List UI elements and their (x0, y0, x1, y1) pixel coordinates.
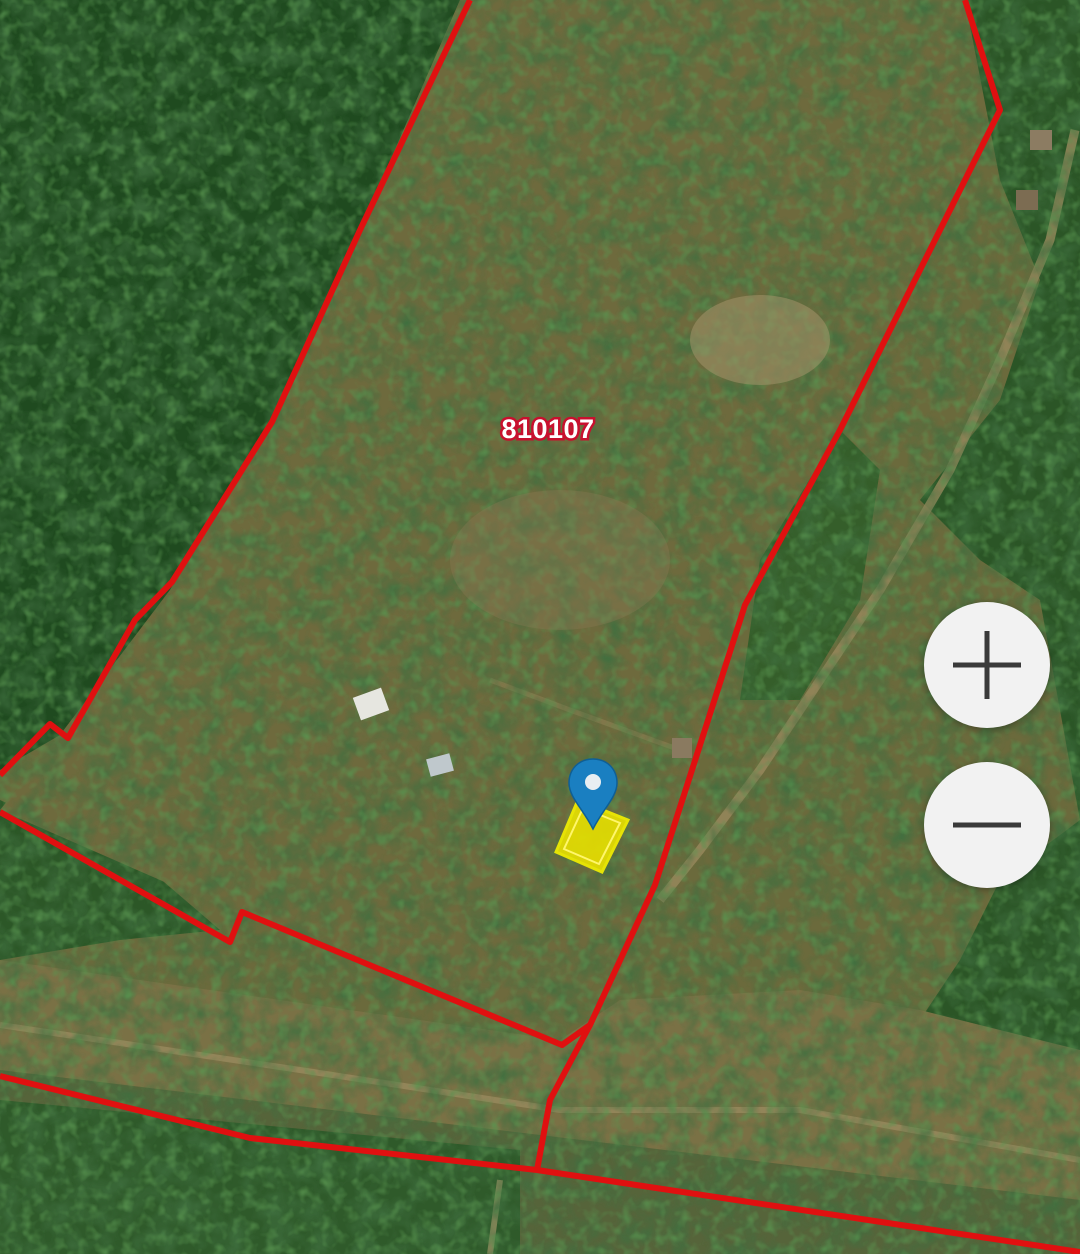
plus-icon (953, 631, 1021, 699)
parcel-label: 810107 (501, 414, 594, 444)
zoom-in-button[interactable] (924, 602, 1050, 728)
minus-icon (953, 822, 1021, 828)
zoom-out-button[interactable] (924, 762, 1050, 888)
satellite-map[interactable]: 810107 (0, 0, 1080, 1254)
